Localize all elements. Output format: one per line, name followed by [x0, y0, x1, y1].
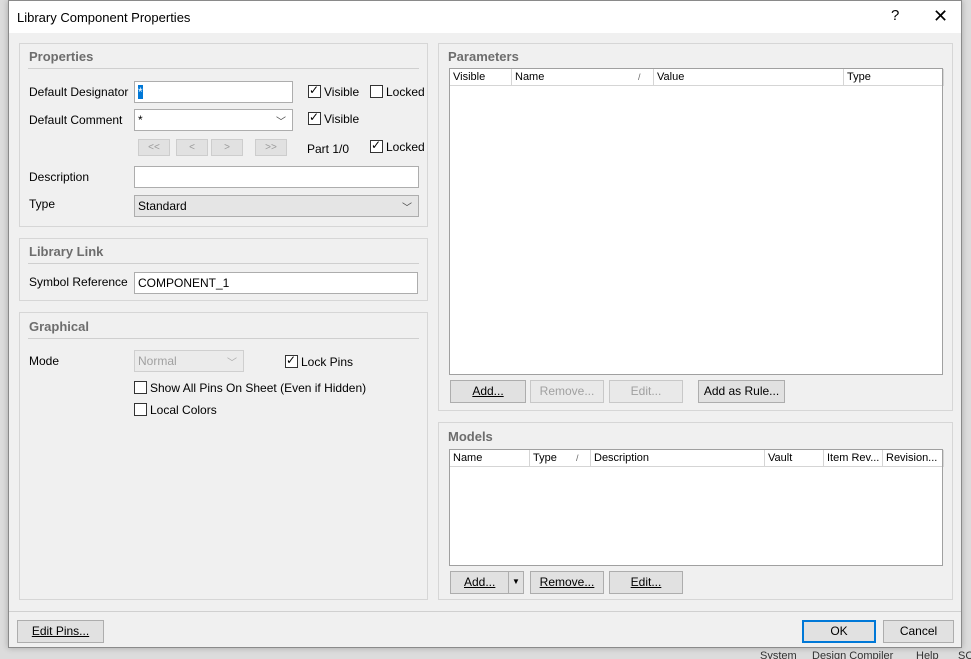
col-model-type[interactable]: Type — [530, 450, 591, 467]
add-as-rule-button[interactable]: Add as Rule... — [698, 380, 785, 403]
edit-pins-button[interactable]: Edit Pins... — [17, 620, 104, 643]
part-label: Part 1/0 — [307, 142, 350, 156]
chevron-down-icon: ﹀ — [276, 117, 286, 128]
sort-indicator-icon: / — [638, 72, 641, 82]
lock-pins-checkbox[interactable] — [285, 353, 298, 368]
library-component-properties-dialog: Library Component Properties ? ✕ Propert… — [8, 0, 962, 648]
graphical-group: Graphical Mode Normal ﹀ Lock Pins Show A… — [19, 312, 428, 600]
graphical-title: Graphical — [29, 319, 89, 334]
part-locked-label: Locked — [386, 140, 425, 154]
prev-part-button[interactable]: < — [176, 139, 208, 156]
description-input[interactable] — [134, 166, 419, 188]
last-part-button[interactable]: >> — [255, 139, 287, 156]
designator-input[interactable]: * — [134, 81, 293, 103]
chevron-down-icon: ﹀ — [227, 358, 237, 369]
split-divider — [508, 572, 509, 593]
designator-label: Default Designator — [29, 85, 129, 99]
models-group: Models Name Type / Description Vault Ite… — [438, 422, 953, 600]
properties-title: Properties — [29, 49, 94, 64]
mode-select[interactable]: Normal ﹀ — [134, 350, 244, 372]
help-button[interactable]: ? — [891, 7, 899, 24]
part-locked-checkbox[interactable] — [370, 138, 383, 153]
designator-visible-checkbox[interactable] — [308, 83, 321, 98]
dialog-footer: Edit Pins... OK Cancel — [9, 611, 961, 647]
next-part-button[interactable]: > — [211, 139, 243, 156]
col-model-revision[interactable]: Revision... — [883, 450, 944, 467]
col-name[interactable]: Name — [512, 69, 654, 86]
bg-status-design-compiler: Design Compiler — [812, 650, 894, 659]
comment-visible-label: Visible — [324, 112, 360, 126]
col-model-description[interactable]: Description — [591, 450, 765, 467]
properties-group: Properties Default Designator * Visible … — [19, 43, 428, 227]
description-label: Description — [29, 170, 90, 184]
col-value[interactable]: Value — [654, 69, 844, 86]
library-link-title: Library Link — [29, 244, 104, 259]
comment-label: Default Comment — [29, 113, 123, 127]
parameters-grid-header: Visible Name / Value Type — [450, 69, 944, 86]
mode-label: Mode — [29, 354, 60, 368]
models-edit-button[interactable]: Edit... — [609, 571, 683, 594]
models-remove-button[interactable]: Remove... — [530, 571, 604, 594]
type-label: Type — [29, 197, 56, 211]
col-model-vault[interactable]: Vault — [765, 450, 824, 467]
mode-value: Normal — [138, 354, 177, 368]
sort-indicator-icon: / — [576, 453, 579, 463]
symbol-reference-label: Symbol Reference — [29, 275, 128, 289]
models-title: Models — [448, 429, 493, 444]
dialog-title: Library Component Properties — [17, 10, 191, 25]
designator-value: * — [138, 85, 143, 99]
library-link-divider — [28, 263, 419, 264]
library-link-group: Library Link Symbol Reference COMPONENT_… — [19, 238, 428, 301]
designator-locked-label: Locked — [386, 85, 425, 99]
models-add-button[interactable]: Add... ▼ — [450, 571, 524, 594]
comment-value: * — [138, 113, 143, 127]
parameters-grid[interactable]: Visible Name / Value Type — [449, 68, 944, 375]
lock-pins-label: Lock Pins — [301, 355, 354, 369]
close-icon[interactable]: ✕ — [933, 6, 948, 27]
graphical-divider — [28, 338, 419, 339]
col-model-item-rev[interactable]: Item Rev... — [824, 450, 883, 467]
comment-combo[interactable]: * ﹀ — [134, 109, 293, 131]
col-model-name[interactable]: Name — [450, 450, 530, 467]
col-visible[interactable]: Visible — [450, 69, 512, 86]
symbol-reference-input[interactable]: COMPONENT_1 — [134, 272, 418, 294]
show-all-pins-checkbox[interactable] — [134, 381, 147, 394]
designator-locked-checkbox[interactable] — [370, 85, 383, 98]
parameters-edit-button[interactable]: Edit... — [609, 380, 683, 403]
comment-visible-checkbox[interactable] — [308, 110, 321, 125]
bg-status-help: Help — [916, 650, 939, 659]
chevron-down-icon: ﹀ — [402, 203, 412, 214]
parameters-group: Parameters Visible Name / Value Type Add… — [438, 43, 953, 411]
designator-visible-label: Visible — [324, 85, 360, 99]
models-grid-header: Name Type / Description Vault Item Rev..… — [450, 450, 944, 467]
properties-divider — [28, 68, 419, 69]
col-type[interactable]: Type — [844, 69, 944, 86]
show-all-pins-label: Show All Pins On Sheet (Even if Hidden) — [150, 381, 367, 395]
bg-status-sc: SC — [958, 650, 971, 659]
type-select[interactable]: Standard ﹀ — [134, 195, 419, 217]
parameters-add-button[interactable]: Add... — [450, 380, 526, 403]
title-bar: Library Component Properties ? ✕ — [9, 1, 961, 33]
parameters-title: Parameters — [448, 49, 519, 64]
models-grid[interactable]: Name Type / Description Vault Item Rev..… — [449, 449, 944, 566]
first-part-button[interactable]: << — [138, 139, 170, 156]
local-colors-checkbox[interactable] — [134, 403, 147, 416]
type-value: Standard — [138, 199, 187, 213]
parameters-remove-button[interactable]: Remove... — [530, 380, 604, 403]
cancel-button[interactable]: Cancel — [883, 620, 954, 643]
ok-button[interactable]: OK — [802, 620, 876, 643]
bg-status-system: System — [760, 650, 797, 659]
local-colors-label: Local Colors — [150, 403, 217, 417]
dropdown-arrow-icon[interactable]: ▼ — [512, 571, 520, 592]
